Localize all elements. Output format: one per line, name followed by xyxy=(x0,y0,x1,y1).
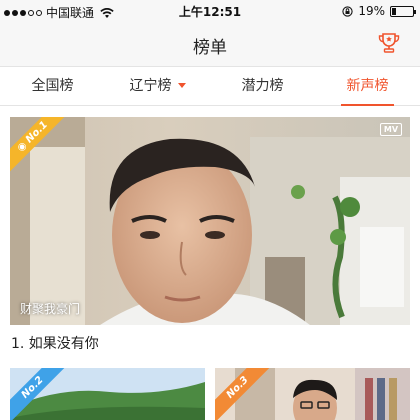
tab-label: 潜力榜 xyxy=(241,78,284,94)
ranking-tabs: 全国榜 辽宁榜 潜力榜 新声榜 xyxy=(0,66,420,106)
rank-badge-3: No.3 xyxy=(215,368,275,420)
status-bar: 中国联通 上午12:51 19% xyxy=(0,0,420,22)
rank-badge-1: ◉ No.1 xyxy=(10,117,70,177)
rank-badge-label: No.2 xyxy=(19,374,46,401)
battery-percent: 19% xyxy=(358,4,385,18)
carrier-name: 中国联通 xyxy=(46,6,95,20)
tab-liaoning[interactable]: 辽宁榜 xyxy=(105,67,210,105)
rank-badge-label: No.1 xyxy=(23,119,51,146)
signal-icon xyxy=(4,9,42,16)
rotation-lock-icon xyxy=(342,5,353,17)
camera-icon: ◉ xyxy=(15,140,30,155)
song-title[interactable]: 1. 如果没有你 xyxy=(11,333,99,353)
rank-badge-2: No.2 xyxy=(10,368,70,420)
status-right: 19% xyxy=(342,4,416,18)
tab-national[interactable]: 全国榜 xyxy=(0,67,105,105)
trophy-icon[interactable] xyxy=(376,30,402,56)
page-title: 榜单 xyxy=(193,38,227,58)
status-left: 中国联通 xyxy=(4,4,114,21)
rank-badge-ribbon: No.2 xyxy=(10,368,70,420)
tab-new-voice[interactable]: 新声榜 xyxy=(315,67,420,106)
mv-icon: MV xyxy=(380,123,402,136)
rank-badge-ribbon: No.3 xyxy=(215,368,275,420)
rank-badge-label: No.3 xyxy=(224,374,251,401)
rank-badge-ribbon: ◉ No.1 xyxy=(10,117,70,175)
nav-bar: 榜单 xyxy=(0,22,420,66)
battery-icon xyxy=(390,5,416,17)
video-card-2[interactable]: No.2 xyxy=(10,368,205,420)
featured-video-card[interactable]: ◉ No.1 MV 财聚我豪门 xyxy=(10,117,410,325)
tab-label: 辽宁榜 xyxy=(129,78,172,94)
wifi-icon xyxy=(100,7,114,18)
video-overlay-caption: 财聚我豪门 xyxy=(20,302,81,316)
video-card-3[interactable]: No.3 xyxy=(215,368,410,420)
video-thumbnail xyxy=(10,117,410,325)
dropdown-caret-icon xyxy=(177,83,186,88)
battery-level xyxy=(392,7,396,15)
tab-label: 新声榜 xyxy=(346,78,389,94)
tab-potential[interactable]: 潜力榜 xyxy=(210,67,315,105)
tab-label: 全国榜 xyxy=(31,78,74,94)
